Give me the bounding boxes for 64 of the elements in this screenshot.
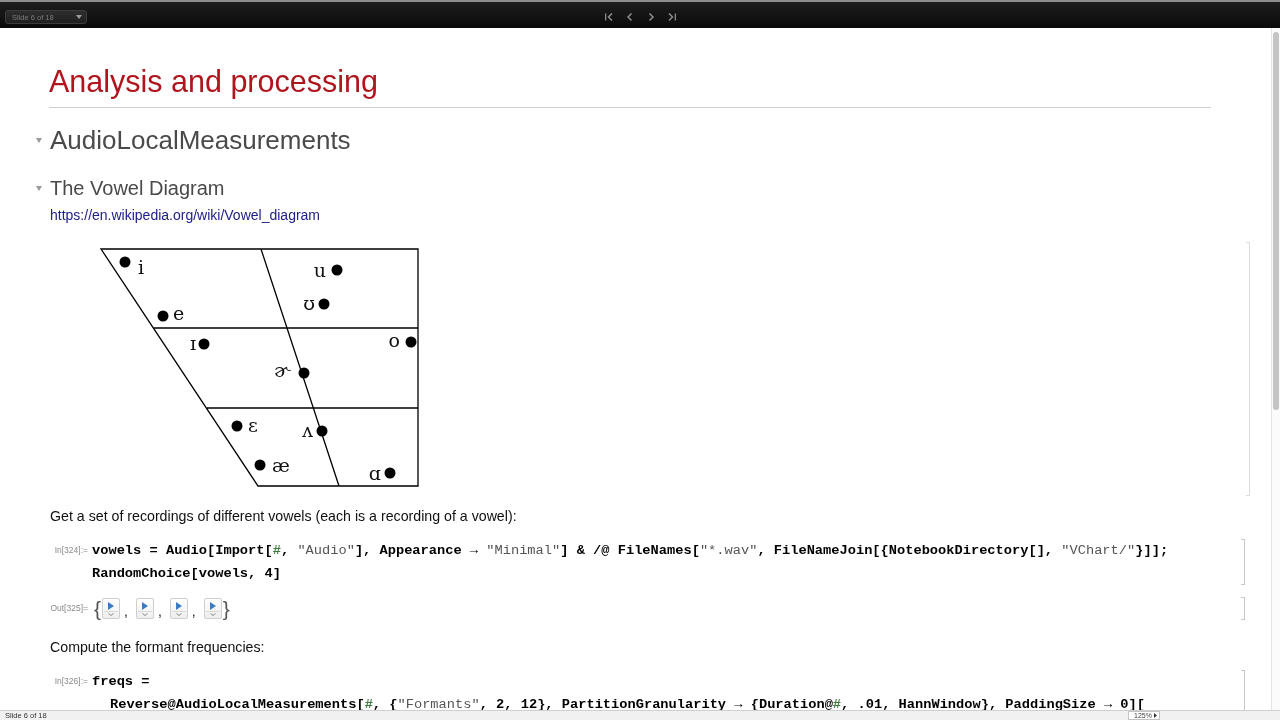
code-line: freqs = bbox=[92, 673, 150, 691]
input-label: In[324]:= bbox=[53, 544, 88, 557]
caret-down-icon bbox=[76, 15, 82, 19]
vowel-symbol: o bbox=[388, 329, 400, 351]
subsection-title: The Vowel Diagram bbox=[50, 177, 225, 199]
cell-bracket[interactable] bbox=[1246, 242, 1250, 496]
chevron-right-icon bbox=[646, 12, 655, 21]
dot-icon bbox=[231, 420, 243, 432]
dot-icon bbox=[198, 338, 210, 350]
dot-icon bbox=[331, 264, 343, 276]
audio-player[interactable] bbox=[102, 598, 120, 619]
code-line: Reverse@AudioLocalMeasurements[#, {"Formants", 2, 12}, PartitionGranularity → {Duration@#, .01, HannWindow}, PaddingSize → 0][ bbox=[110, 696, 1145, 710]
chevron-down-icon bbox=[209, 613, 216, 616]
comma: , bbox=[191, 604, 196, 618]
cell-bracket[interactable] bbox=[1241, 597, 1245, 620]
caret-down-icon[interactable] bbox=[36, 185, 42, 191]
audio-player[interactable] bbox=[203, 598, 222, 619]
caret-down-icon[interactable] bbox=[36, 138, 42, 143]
vowel-symbol: ɪ bbox=[189, 332, 196, 354]
triangle-right-icon bbox=[1154, 713, 1157, 718]
output-label: Out[325]= bbox=[49, 602, 88, 615]
code-line: vowels = Audio[Import[#, "Audio"], Appearance → "Minimal"] & /@ FileNames["*.wav", FileNameJoin[{NotebookDirectory[], "VChart/"}]]; bbox=[92, 542, 1169, 560]
chevron-down-icon bbox=[175, 613, 182, 616]
vowel-symbol: e bbox=[173, 302, 185, 324]
vowel-symbol: ʌ bbox=[302, 419, 313, 441]
cell-bracket[interactable] bbox=[1241, 539, 1245, 585]
closing-brace: } bbox=[222, 597, 230, 620]
play-icon bbox=[141, 602, 148, 610]
vowel-symbol: æ bbox=[272, 454, 290, 476]
wiki-link[interactable]: https://en.wikipedia.org/wiki/Vowel_diagram bbox=[50, 207, 321, 223]
audio-player[interactable] bbox=[135, 598, 154, 619]
input-label: In[326]:= bbox=[53, 675, 88, 688]
text-cell-text: Compute the formant frequencies: bbox=[50, 638, 266, 656]
chevron-down-icon bbox=[141, 613, 148, 616]
skip-to-start-icon bbox=[604, 12, 613, 21]
vowel-symbol: ʊ bbox=[303, 292, 315, 314]
comma: , bbox=[124, 604, 128, 618]
code-line: RandomChoice[vowels, 4] bbox=[92, 565, 281, 583]
dot-icon bbox=[254, 459, 266, 471]
dot-icon bbox=[384, 467, 396, 479]
play-icon bbox=[108, 602, 114, 610]
dot-icon bbox=[318, 298, 330, 310]
slide-title: Analysis and processing bbox=[49, 64, 379, 98]
comma: , bbox=[157, 604, 162, 618]
chevron-left-icon bbox=[625, 12, 634, 21]
vowel-symbol: i bbox=[138, 256, 145, 278]
dot-icon bbox=[119, 256, 131, 268]
vowel-symbol: ɑ bbox=[368, 462, 381, 484]
scrollbar[interactable] bbox=[1271, 28, 1280, 710]
vowel-symbol: ɚ bbox=[273, 359, 290, 381]
section-title: AudioLocalMeasurements bbox=[50, 126, 351, 155]
opening-brace: { bbox=[94, 597, 101, 620]
dot-icon bbox=[298, 367, 310, 379]
play-icon bbox=[209, 602, 216, 610]
vowel-symbol: u bbox=[313, 259, 326, 281]
play-icon bbox=[175, 602, 182, 610]
skip-to-end-icon bbox=[667, 12, 676, 21]
chevron-down-icon bbox=[108, 613, 114, 616]
dot-icon bbox=[157, 310, 169, 322]
text-cell-text: Get a set of recordings of different vowels (each is a recording of a vowel): bbox=[50, 507, 518, 525]
scrollbar-thumb[interactable] bbox=[1273, 32, 1279, 410]
dot-icon bbox=[316, 425, 328, 437]
vowel-symbol: ɛ bbox=[248, 414, 258, 436]
audio-player[interactable] bbox=[169, 598, 188, 619]
